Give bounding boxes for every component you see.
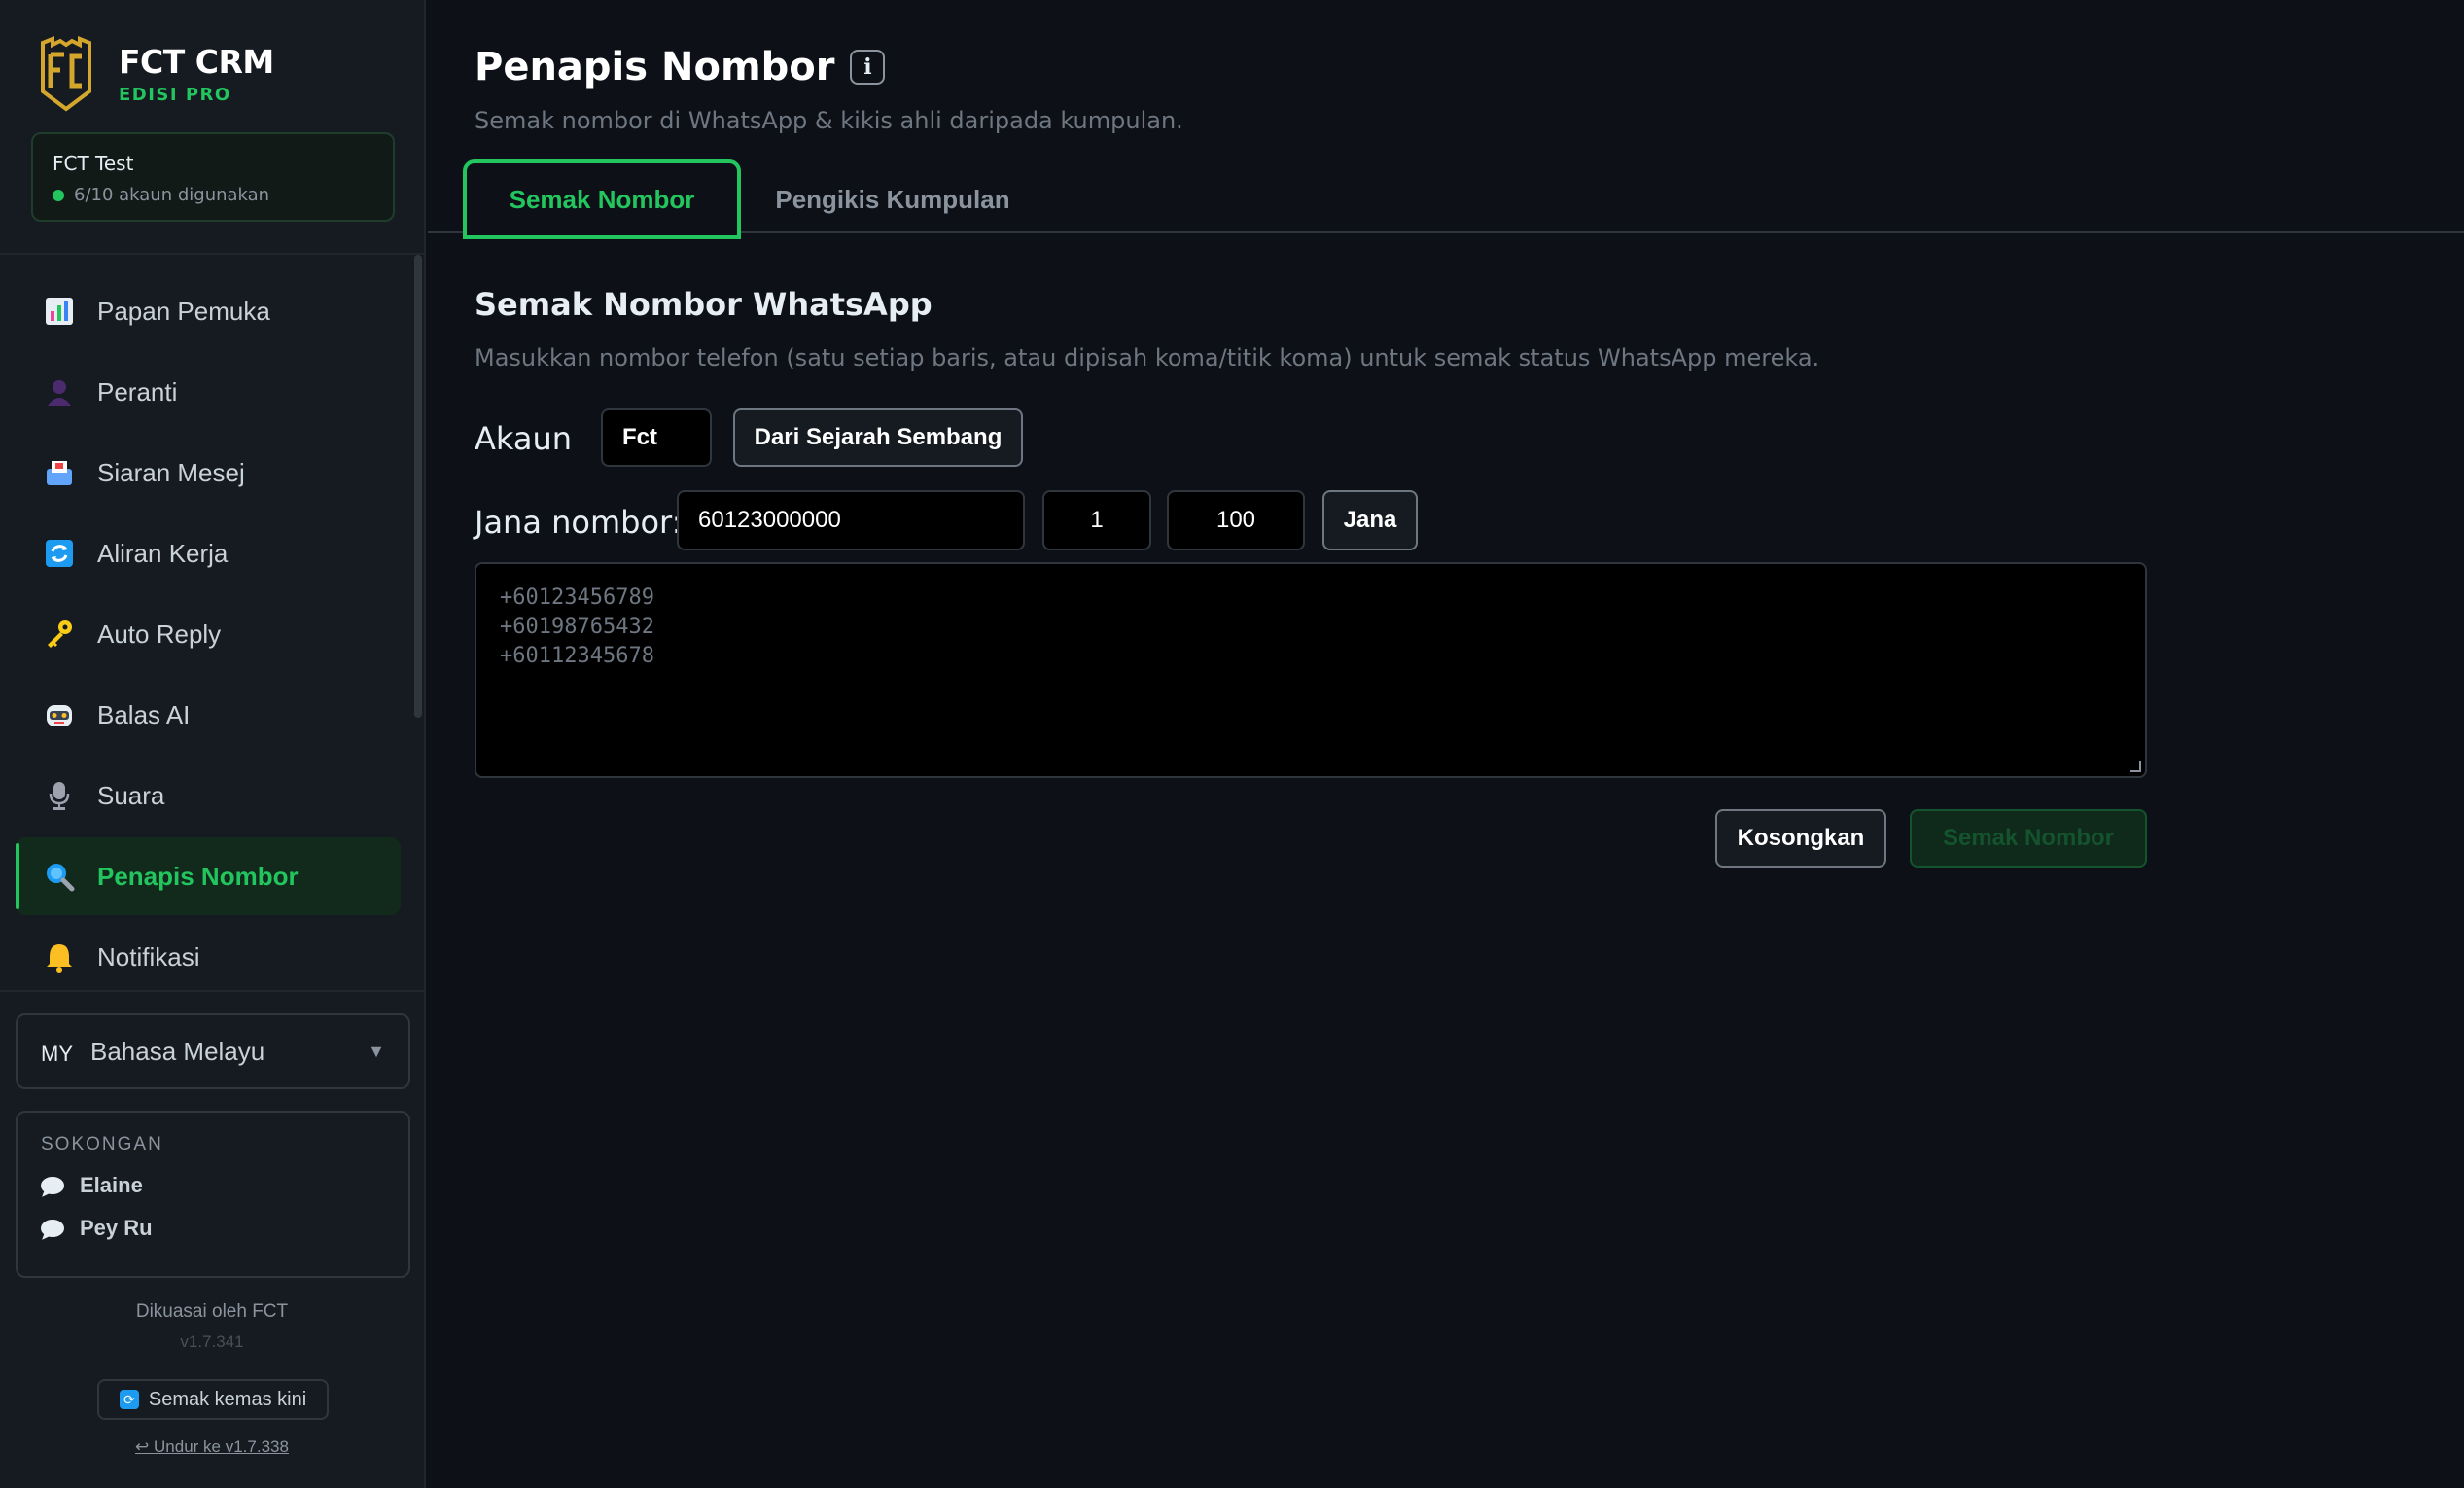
refresh-icon: ⟳ xyxy=(119,1390,139,1409)
range-count-input[interactable]: 100 xyxy=(1167,490,1305,550)
page-title: Penapis Nombor i xyxy=(475,45,886,89)
sidebar-item-ai-reply[interactable]: Balas AI xyxy=(16,676,401,754)
account-label: Akaun xyxy=(475,420,573,457)
sidebar-item-label: Siaran Mesej xyxy=(97,457,245,487)
placeholder-line: +60123456789 xyxy=(500,585,654,610)
support-title: SOKONGAN xyxy=(41,1134,163,1154)
check-update-label: Semak kemas kini xyxy=(148,1388,307,1410)
sidebar-item-workflow[interactable]: Aliran Kerja xyxy=(16,514,401,592)
sidebar-divider xyxy=(0,990,424,992)
section-title: Semak Nombor WhatsApp xyxy=(475,286,933,323)
sidebar-item-label: Auto Reply xyxy=(97,619,222,649)
sidebar-item-devices[interactable]: Peranti xyxy=(16,353,401,431)
sidebar-item-broadcast[interactable]: Siaran Mesej xyxy=(16,434,401,512)
support-contact-elaine[interactable]: Elaine xyxy=(41,1173,385,1198)
dashboard-icon xyxy=(43,295,76,328)
brand-edition: EDISI PRO xyxy=(119,85,231,105)
language-code: MY xyxy=(41,1042,73,1066)
check-update-button[interactable]: ⟳ Semak kemas kini xyxy=(97,1379,329,1420)
sidebar-item-dashboard[interactable]: Papan Pemuka xyxy=(16,272,401,350)
chevron-down-icon: ▼ xyxy=(368,1041,385,1061)
sidebar-item-label: Papan Pemuka xyxy=(97,296,270,326)
sidebar-nav: Papan Pemuka Peranti Siaran Mesej Aliran… xyxy=(16,272,401,999)
placeholder-line: +60198765432 xyxy=(500,615,654,639)
workflow-icon xyxy=(43,537,76,570)
sidebar-item-label: Notifikasi xyxy=(97,941,200,972)
broadcast-icon xyxy=(43,456,76,489)
account-select[interactable]: Fct xyxy=(601,408,712,467)
device-icon xyxy=(43,375,76,408)
app-version: v1.7.341 xyxy=(180,1332,244,1351)
sidebar-item-label: Suara xyxy=(97,780,165,810)
brand-title: FCT CRM xyxy=(119,43,274,81)
account-card[interactable]: FCT Test 6/10 akaun digunakan xyxy=(31,132,395,222)
sidebar-item-number-filter[interactable]: Penapis Nombor xyxy=(16,837,401,915)
account-usage: 6/10 akaun digunakan xyxy=(53,185,373,205)
sidebar-item-label: Aliran Kerja xyxy=(97,538,229,568)
fct-logo-icon xyxy=(41,36,91,112)
info-icon[interactable]: i xyxy=(850,50,886,85)
main-content: Penapis Nombor i Semak nombor di WhatsAp… xyxy=(428,0,2464,1488)
sidebar-item-voice[interactable]: Suara xyxy=(16,757,401,834)
key-icon xyxy=(43,618,76,651)
clear-button[interactable]: Kosongkan xyxy=(1715,809,1886,868)
resize-handle[interactable] xyxy=(2130,761,2141,772)
generate-button[interactable]: Jana xyxy=(1322,490,1418,550)
generate-label: Jana nombor: xyxy=(475,504,683,541)
number-prefix-input[interactable]: 60123000000 xyxy=(677,490,1025,550)
chat-bubble-icon xyxy=(41,1220,64,1237)
page-title-text: Penapis Nombor xyxy=(475,45,835,89)
range-start-input[interactable]: 1 xyxy=(1042,490,1151,550)
sidebar-item-notifications[interactable]: Notifikasi xyxy=(16,918,401,996)
rollback-link[interactable]: ↩ Undur ke v1.7.338 xyxy=(0,1437,424,1457)
language-select[interactable]: MY Bahasa Melayu ▼ xyxy=(16,1013,410,1089)
from-chat-history-button[interactable]: Dari Sejarah Sembang xyxy=(733,408,1023,467)
robot-icon xyxy=(43,698,76,731)
section-description: Masukkan nombor telefon (satu setiap bar… xyxy=(475,344,1820,372)
language-name: Bahasa Melayu xyxy=(90,1036,265,1066)
bell-icon xyxy=(43,940,76,974)
sidebar-item-label: Peranti xyxy=(97,376,178,407)
brand[interactable]: FCT CRM EDISI PRO xyxy=(39,35,274,113)
account-usage-text: 6/10 akaun digunakan xyxy=(74,185,270,205)
powered-by: Dikuasai oleh FCT xyxy=(135,1301,289,1322)
sidebar-item-label: Balas AI xyxy=(97,699,191,729)
sidebar-item-label: Penapis Nombor xyxy=(97,861,299,891)
chat-bubble-icon xyxy=(41,1177,64,1194)
placeholder-line: +60112345678 xyxy=(500,644,654,668)
tab-bar: Semak Nombor Pengikis Kumpulan xyxy=(428,156,2464,239)
online-status-dot xyxy=(53,189,64,201)
support-contact-pey-ru[interactable]: Pey Ru xyxy=(41,1216,385,1241)
sidebar-scrollbar[interactable] xyxy=(414,255,422,718)
sidebar: FCT CRM EDISI PRO FCT Test 6/10 akaun di… xyxy=(0,0,426,1488)
account-name: FCT Test xyxy=(53,152,134,175)
check-numbers-button[interactable]: Semak Nombor xyxy=(1910,809,2147,868)
sidebar-divider xyxy=(0,253,424,255)
page-subtitle: Semak nombor di WhatsApp & kikis ahli da… xyxy=(475,107,1183,134)
tab-check-numbers[interactable]: Semak Nombor xyxy=(463,159,741,239)
microphone-icon xyxy=(43,779,76,812)
support-panel: SOKONGAN Elaine Pey Ru xyxy=(16,1111,410,1278)
tab-group-scraper[interactable]: Pengikis Kumpulan xyxy=(766,159,1019,239)
magnifier-icon xyxy=(43,860,76,893)
support-contact-label: Elaine xyxy=(80,1173,143,1197)
sidebar-item-auto-reply[interactable]: Auto Reply xyxy=(16,595,401,673)
support-contact-label: Pey Ru xyxy=(80,1216,153,1240)
phone-numbers-textarea[interactable]: +60123456789 +60198765432 +60112345678 xyxy=(475,562,2147,778)
